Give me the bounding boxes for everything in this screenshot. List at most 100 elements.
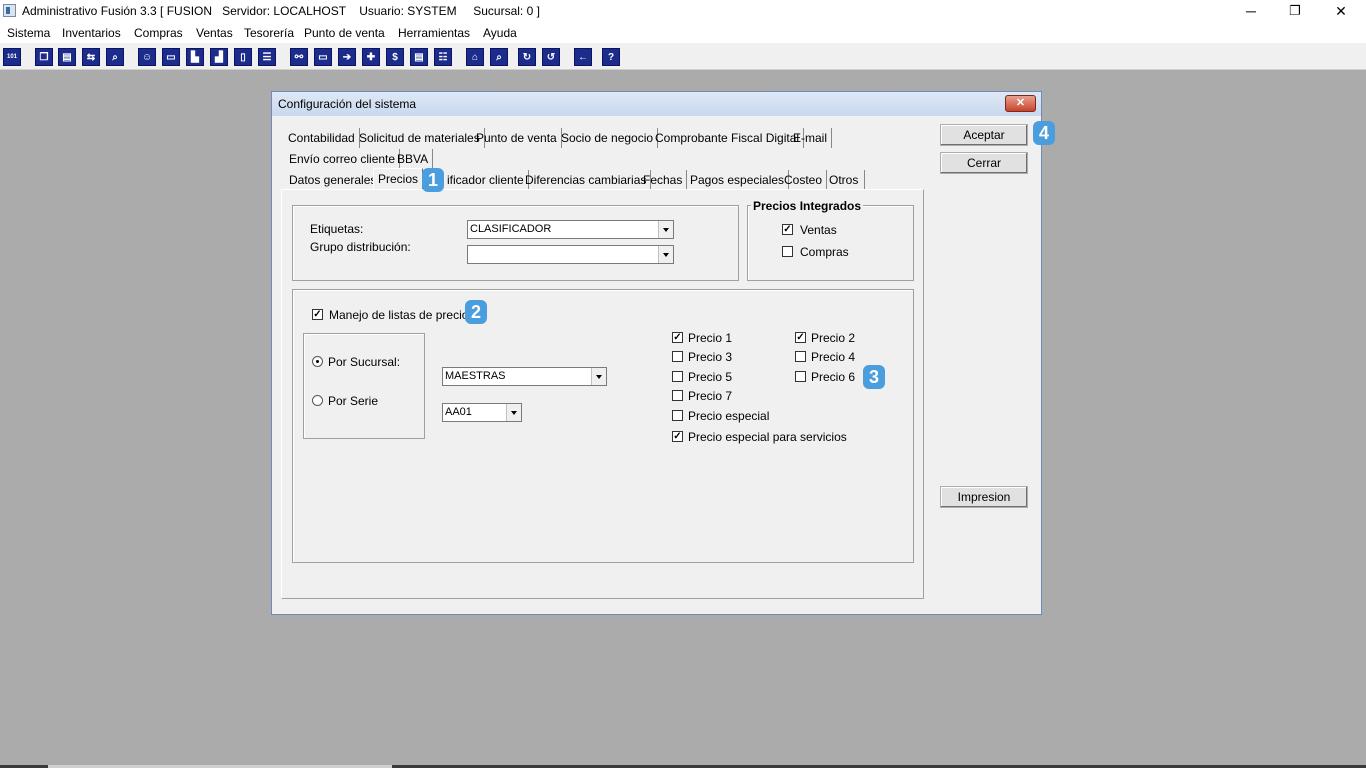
undo-icon[interactable]: ↺ — [542, 48, 560, 66]
grupo-distribucion-label: Grupo distribución: — [310, 240, 411, 254]
tab-diferencias-cambiarias[interactable]: Diferencias cambiarias — [521, 170, 652, 190]
sucursal-serie-group — [303, 333, 425, 439]
precio-especial-servicios-checkbox[interactable]: ✓ — [672, 431, 683, 442]
menu-sistema[interactable]: Sistema — [7, 26, 50, 40]
box-icon[interactable]: ▭ — [314, 48, 332, 66]
list-icon[interactable]: ☰ — [258, 48, 276, 66]
search-doc-icon[interactable]: ⌕ — [106, 48, 124, 66]
menu-compras[interactable]: Compras — [134, 26, 183, 40]
precio-6-checkbox[interactable] — [795, 371, 806, 382]
menu-ventas[interactable]: Ventas — [196, 26, 233, 40]
manejo-listas-checkbox[interactable]: ✓ — [312, 309, 323, 320]
add-icon[interactable]: ✚ — [362, 48, 380, 66]
serie-select[interactable]: AA01 — [442, 403, 522, 422]
tab-contabilidad[interactable]: Contabilidad — [284, 128, 360, 148]
manejo-listas-label: Manejo de listas de precios — [329, 308, 475, 322]
tab-solicitud-materiales[interactable]: Solicitud de materiales — [355, 128, 485, 148]
user-icon[interactable]: ☺ — [138, 48, 156, 66]
precio-1-label: Precio 1 — [688, 331, 733, 345]
tab-punto-de-venta[interactable]: Punto de venta — [472, 128, 562, 148]
tab-envio-correo[interactable]: Envío correo cliente — [285, 149, 401, 169]
data-icon[interactable]: 101 — [3, 48, 21, 66]
print-icon[interactable]: ▙ — [186, 48, 204, 66]
tab-otros[interactable]: Otros — [825, 170, 865, 190]
etiquetas-value: CLASIFICADOR — [470, 223, 552, 235]
impresion-button[interactable]: Impresion — [940, 486, 1028, 508]
por-sucursal-radio[interactable] — [312, 356, 323, 367]
precio-2-label: Precio 2 — [811, 331, 856, 345]
folder-icon[interactable]: ▭ — [162, 48, 180, 66]
ventas-checkbox[interactable]: ✓ — [782, 224, 793, 235]
zoom-icon[interactable]: ⌕ — [490, 48, 508, 66]
export-icon[interactable]: ➔ — [338, 48, 356, 66]
binoculars-icon[interactable]: ⚯ — [290, 48, 308, 66]
tab-pagos-especiales[interactable]: Pagos especiales — [686, 170, 790, 190]
toolbar — [0, 43, 1366, 70]
chevron-down-icon[interactable] — [658, 246, 673, 263]
chevron-down-icon[interactable] — [591, 368, 606, 385]
por-serie-radio[interactable] — [312, 395, 323, 406]
precio-especial-checkbox[interactable] — [672, 410, 683, 421]
tab-bbva[interactable]: BBVA — [393, 149, 434, 169]
tab-precios[interactable]: Precios — [373, 168, 424, 189]
tab-clasificador-cliente[interactable]: ificador cliente — [443, 170, 529, 190]
tab-email[interactable]: E-mail — [789, 128, 833, 148]
maximize-button[interactable]: ❐ — [1272, 0, 1318, 23]
tab-socio-negocio[interactable]: Socio de negocio — [557, 128, 659, 148]
etiquetas-select[interactable]: CLASIFICADOR — [467, 220, 674, 239]
chevron-down-icon[interactable] — [658, 221, 673, 238]
window-title: Administrativo Fusión 3.3 [ FUSION Servi… — [22, 4, 540, 18]
dialog-close-button[interactable]: ✕ — [1005, 95, 1036, 112]
sucursal-select[interactable]: MAESTRAS — [442, 367, 607, 386]
transfer-icon[interactable]: ⇆ — [82, 48, 100, 66]
menu-tesoreria[interactable]: Tesorería — [244, 26, 294, 40]
home-icon[interactable]: ⌂ — [466, 48, 484, 66]
callout-badge-3: 3 — [863, 365, 885, 389]
por-sucursal-label: Por Sucursal: — [328, 355, 401, 369]
por-serie-label: Por Serie — [328, 394, 379, 408]
help-icon[interactable]: ? — [602, 48, 620, 66]
menu-inventarios[interactable]: Inventarios — [62, 26, 121, 40]
tab-costeo[interactable]: Costeo — [780, 170, 828, 190]
print-preview-icon[interactable]: ▟ — [210, 48, 228, 66]
chevron-down-icon[interactable] — [506, 404, 521, 421]
report-icon[interactable]: ▤ — [410, 48, 428, 66]
paste-icon[interactable]: ▤ — [58, 48, 76, 66]
precio-4-label: Precio 4 — [811, 350, 856, 364]
sucursal-value: MAESTRAS — [445, 370, 506, 382]
dollar-icon[interactable]: $ — [386, 48, 404, 66]
precio-3-label: Precio 3 — [688, 350, 733, 364]
cerrar-button[interactable]: Cerrar — [940, 152, 1028, 174]
precio-6-label: Precio 6 — [811, 370, 856, 384]
aceptar-button[interactable]: Aceptar — [940, 124, 1028, 146]
callout-badge-4: 4 — [1033, 121, 1055, 145]
menu-punto-de-venta[interactable]: Punto de venta — [304, 26, 385, 40]
back-icon[interactable]: ← — [574, 48, 592, 66]
callout-badge-2: 2 — [465, 300, 487, 324]
refresh-icon[interactable]: ↻ — [518, 48, 536, 66]
precio-4-checkbox[interactable] — [795, 351, 806, 362]
precio-5-checkbox[interactable] — [672, 371, 683, 382]
ventas-label: Ventas — [800, 223, 837, 237]
close-window-button[interactable]: ✕ — [1318, 0, 1364, 23]
precio-especial-servicios-label: Precio especial para servicios — [688, 430, 847, 444]
tab-datos-generales[interactable]: Datos generales — [285, 170, 382, 190]
precio-7-checkbox[interactable] — [672, 390, 683, 401]
table-icon[interactable]: ☷ — [434, 48, 452, 66]
compras-checkbox[interactable] — [782, 246, 793, 257]
precio-1-checkbox[interactable]: ✓ — [672, 332, 683, 343]
precio-2-checkbox[interactable]: ✓ — [795, 332, 806, 343]
precio-5-label: Precio 5 — [688, 370, 733, 384]
tab-comprobante-fiscal[interactable]: Comprobante Fiscal Digital — [651, 128, 805, 148]
tab-fechas[interactable]: Fechas — [639, 170, 688, 190]
menu-herramientas[interactable]: Herramientas — [398, 26, 470, 40]
document-icon[interactable]: ▯ — [234, 48, 252, 66]
etiquetas-label: Etiquetas: — [310, 222, 364, 236]
copy-icon[interactable]: ❐ — [35, 48, 53, 66]
precio-especial-label: Precio especial — [688, 409, 770, 423]
grupo-distribucion-select[interactable] — [467, 245, 674, 264]
precio-3-checkbox[interactable] — [672, 351, 683, 362]
menu-ayuda[interactable]: Ayuda — [483, 26, 517, 40]
minimize-button[interactable]: ─ — [1228, 0, 1274, 23]
precios-integrados-group — [747, 205, 914, 281]
